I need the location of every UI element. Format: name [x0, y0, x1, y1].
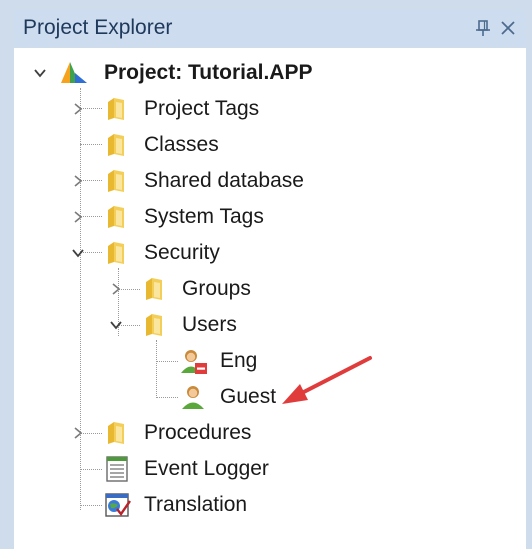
- close-icon: [501, 21, 515, 35]
- tree-node-label: Procedures: [144, 421, 252, 444]
- chevron-down-icon[interactable]: [108, 317, 124, 333]
- pin-icon: [476, 20, 490, 36]
- tree-node-translation[interactable]: Translation: [14, 488, 414, 522]
- panel-titlebar: Project Explorer: [14, 10, 526, 46]
- chevron-right-icon[interactable]: [70, 209, 86, 225]
- project-explorer-panel: Project Explorer Project: Tutorial.APP P…: [0, 0, 532, 549]
- folder-icon: [104, 420, 130, 446]
- tree-node-label: Eng: [220, 349, 258, 372]
- tree-node-label: Event Logger: [144, 457, 269, 480]
- chevron-right-icon[interactable]: [70, 173, 86, 189]
- tree-node-project[interactable]: Project: Tutorial.APP: [14, 56, 414, 90]
- annotation-arrow: [282, 356, 372, 404]
- tree-area: Project: Tutorial.APP Project Tags Class…: [14, 48, 526, 549]
- pin-button[interactable]: [472, 10, 494, 46]
- tree-node-label: Shared database: [144, 169, 304, 192]
- tree-node-groups[interactable]: Groups: [14, 272, 414, 306]
- tree-node-event-logger[interactable]: Event Logger: [14, 452, 414, 486]
- tree-node-label: Groups: [182, 277, 251, 300]
- close-button[interactable]: [497, 10, 519, 46]
- tree-node-procedures[interactable]: Procedures: [14, 416, 414, 450]
- folder-icon: [104, 132, 130, 158]
- chevron-right-icon[interactable]: [70, 101, 86, 117]
- tree-node-project-tags[interactable]: Project Tags: [14, 92, 414, 126]
- chevron-right-icon[interactable]: [108, 281, 124, 297]
- folder-icon: [104, 96, 130, 122]
- project-tree: Project: Tutorial.APP Project Tags Class…: [14, 48, 526, 549]
- folder-icon: [104, 204, 130, 230]
- user-disabled-icon: [180, 348, 207, 374]
- chevron-right-icon[interactable]: [70, 425, 86, 441]
- chevron-down-icon[interactable]: [32, 65, 48, 81]
- tree-node-users[interactable]: Users: [14, 308, 414, 342]
- tree-node-label: System Tags: [144, 205, 264, 228]
- tree-node-label: Project: Tutorial.APP: [104, 61, 313, 84]
- chevron-down-icon[interactable]: [70, 245, 86, 261]
- folder-icon: [104, 240, 130, 266]
- tree-node-label: Security: [144, 241, 220, 264]
- tree-node-label: Guest: [220, 385, 277, 408]
- tree-node-security[interactable]: Security: [14, 236, 414, 270]
- tree-node-system-tags[interactable]: System Tags: [14, 200, 414, 234]
- folder-icon: [142, 276, 168, 302]
- project-icon: [58, 59, 87, 85]
- panel-title: Project Explorer: [23, 16, 173, 39]
- tree-node-label: Translation: [144, 493, 248, 516]
- user-icon: [180, 384, 206, 410]
- tree-node-label: Classes: [144, 133, 219, 156]
- log-icon: [104, 455, 130, 482]
- tree-node-label: Project Tags: [144, 97, 260, 120]
- translation-icon: [104, 491, 131, 517]
- tree-node-classes[interactable]: Classes: [14, 128, 414, 162]
- tree-node-shared-database[interactable]: Shared database: [14, 164, 414, 198]
- folder-icon: [142, 312, 168, 338]
- tree-node-label: Users: [182, 313, 237, 336]
- folder-icon: [104, 168, 130, 194]
